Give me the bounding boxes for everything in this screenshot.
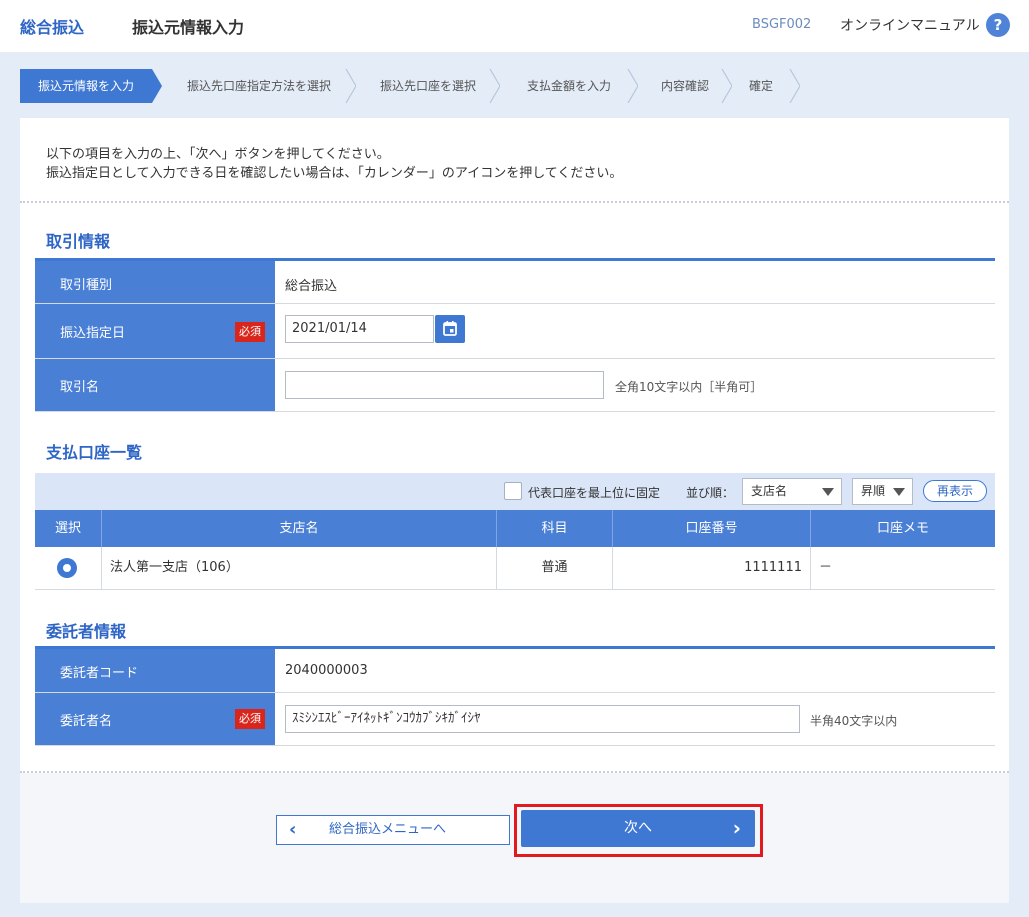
required-badge: 必須 <box>235 322 265 342</box>
calendar-button[interactable] <box>435 315 465 343</box>
step-4: 支払金額を入力 <box>500 69 638 103</box>
step-5-label: 内容確認 <box>660 79 709 93</box>
step-2: 振込先口座指定方法を選択 <box>156 69 356 103</box>
step-1: 振込元情報を入力 <box>20 69 162 103</box>
transaction-name-input[interactable] <box>285 371 604 399</box>
transaction-name-label: 取引名 <box>35 359 275 411</box>
account-memo-cell: － <box>819 560 833 575</box>
col-account-number: 口座番号 <box>613 510 811 547</box>
step-6: 確定 <box>732 69 800 103</box>
transfer-date-row: 振込指定日 必須 2021/01/14 <box>35 304 995 359</box>
calendar-icon <box>443 321 457 336</box>
chevron-down-icon <box>893 488 905 496</box>
col-branch: 支店名 <box>102 510 497 547</box>
sort-order-value: 昇順 <box>861 484 886 498</box>
step-3-label: 振込先口座を選択 <box>379 79 476 93</box>
transaction-type-value: 総合振込 <box>285 279 338 294</box>
consignor-name-hint: 半角40文字以内 <box>810 714 898 728</box>
consignor-code-value: 2040000003 <box>285 663 368 678</box>
col-account-memo: 口座メモ <box>876 521 929 536</box>
step-5: 内容確認 <box>638 69 732 103</box>
divider <box>20 201 1009 203</box>
pin-representative-label: 代表口座を最上位に固定 <box>528 486 661 500</box>
table-row: 法人第一支店（106） 普通 1111111 － <box>35 547 995 590</box>
col-subject: 科目 <box>497 510 613 547</box>
transaction-section-title: 取引情報 <box>46 232 111 251</box>
back-button-label: 総合振込メニューへ <box>329 822 447 837</box>
consignor-section-title: 委託者情報 <box>46 622 127 641</box>
account-number-cell: 1111111 <box>613 547 811 589</box>
consignor-name-input[interactable]: ｽﾐｼﾝｴｽﾋﾞｰｱｲﾈｯﾄｷﾞﾝｺｳｶﾌﾞｼｷｶﾞｲｼﾔ <box>285 705 800 733</box>
step-2-label: 振込先口座指定方法を選択 <box>186 79 331 93</box>
chevron-down-icon <box>822 488 834 496</box>
consignor-code-row: 委託者コード 2040000003 <box>35 649 995 693</box>
sort-field-value: 支店名 <box>751 484 788 498</box>
chevron-left-icon: ‹ <box>289 819 297 840</box>
col-select: 選択 <box>35 510 102 547</box>
instruction-line-2: 振込指定日として入力できる日を確認したい場合は、「カレンダー」のアイコンを押して… <box>46 166 623 181</box>
pin-representative-checkbox[interactable] <box>504 482 522 500</box>
redisplay-button[interactable]: 再表示 <box>923 480 987 502</box>
transaction-name-row: 取引名 全角10文字以内［半角可］ <box>35 359 995 412</box>
chevron-right-icon: › <box>732 816 741 840</box>
screen-code: BSGF002 <box>752 17 812 32</box>
step-4-label: 支払金額を入力 <box>526 79 611 93</box>
transaction-name-hint: 全角10文字以内［半角可］ <box>615 380 763 394</box>
consignor-code-label: 委託者コード <box>35 649 275 692</box>
back-to-menu-button[interactable]: ‹ 総合振込メニューへ <box>276 815 510 845</box>
next-button[interactable]: 次へ › <box>521 810 755 847</box>
step-1-label: 振込元情報を入力 <box>37 79 134 93</box>
sort-order-select[interactable]: 昇順 <box>852 478 913 505</box>
step-3: 振込先口座を選択 <box>356 69 500 103</box>
transfer-date-input[interactable]: 2021/01/14 <box>285 315 434 343</box>
transfer-date-label: 振込指定日 必須 <box>35 304 275 358</box>
online-manual-link[interactable]: オンラインマニュアル <box>840 15 980 35</box>
account-radio[interactable] <box>57 558 77 578</box>
consignor-name-row: 委託者名 必須 ｽﾐｼﾝｴｽﾋﾞｰｱｲﾈｯﾄｷﾞﾝｺｳｶﾌﾞｼｷｶﾞｲｼﾔ 半角… <box>35 693 995 746</box>
main-panel: 以下の項目を入力の上、「次へ」ボタンを押してください。 振込指定日として入力でき… <box>20 118 1009 903</box>
page-title: 振込元情報入力 <box>132 18 245 37</box>
app-header: 総合振込 振込元情報入力 BSGF002 オンラインマニュアル ? <box>0 0 1029 52</box>
accounts-section-title: 支払口座一覧 <box>46 443 143 462</box>
step-6-label: 確定 <box>748 79 773 93</box>
accounts-table-header: 選択 支店名 科目 口座番号 口座メモ <box>35 510 995 547</box>
branch-cell: 法人第一支店（106） <box>102 547 497 589</box>
sort-field-select[interactable]: 支店名 <box>742 478 842 505</box>
instructions: 以下の項目を入力の上、「次へ」ボタンを押してください。 振込指定日として入力でき… <box>46 145 622 183</box>
instruction-line-1: 以下の項目を入力の上、「次へ」ボタンを押してください。 <box>46 147 390 162</box>
consignor-name-label: 委託者名 必須 <box>35 693 275 745</box>
accounts-toolbar: 代表口座を最上位に固定 並び順： 支店名 昇順 再表示 <box>35 473 995 510</box>
select-cell <box>35 547 102 589</box>
subject-cell: 普通 <box>497 547 613 589</box>
help-icon[interactable]: ? <box>986 13 1010 37</box>
next-button-label: 次へ <box>624 820 652 836</box>
required-badge: 必須 <box>235 709 265 729</box>
transaction-type-row: 取引種別 総合振込 <box>35 261 995 304</box>
sort-label: 並び順： <box>686 486 735 500</box>
transaction-type-label: 取引種別 <box>35 261 275 303</box>
service-name[interactable]: 総合振込 <box>20 14 84 38</box>
